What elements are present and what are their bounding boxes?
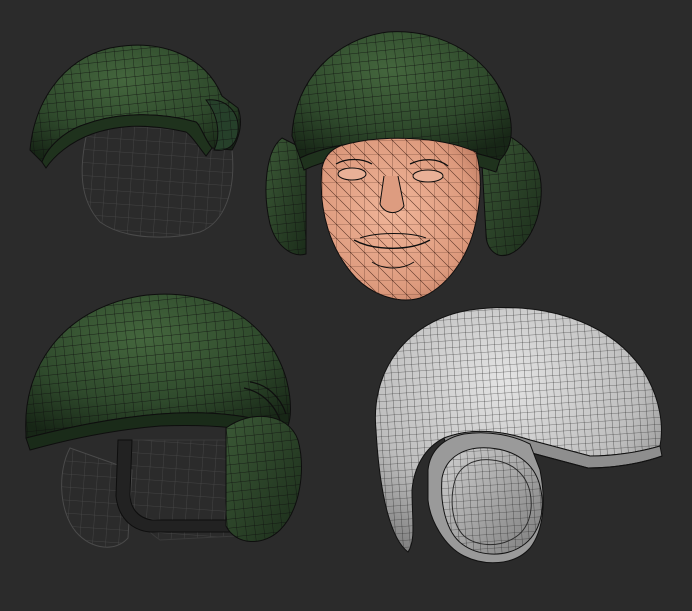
render-viewport <box>0 0 692 611</box>
scene-canvas <box>25 31 663 564</box>
helmet-on-head-icon <box>265 31 542 301</box>
helmet-shell-cap-icon <box>29 44 241 238</box>
green-helmet-with-earcups-icon <box>25 293 302 548</box>
grey-helmet-with-earcups-icon <box>374 307 663 564</box>
